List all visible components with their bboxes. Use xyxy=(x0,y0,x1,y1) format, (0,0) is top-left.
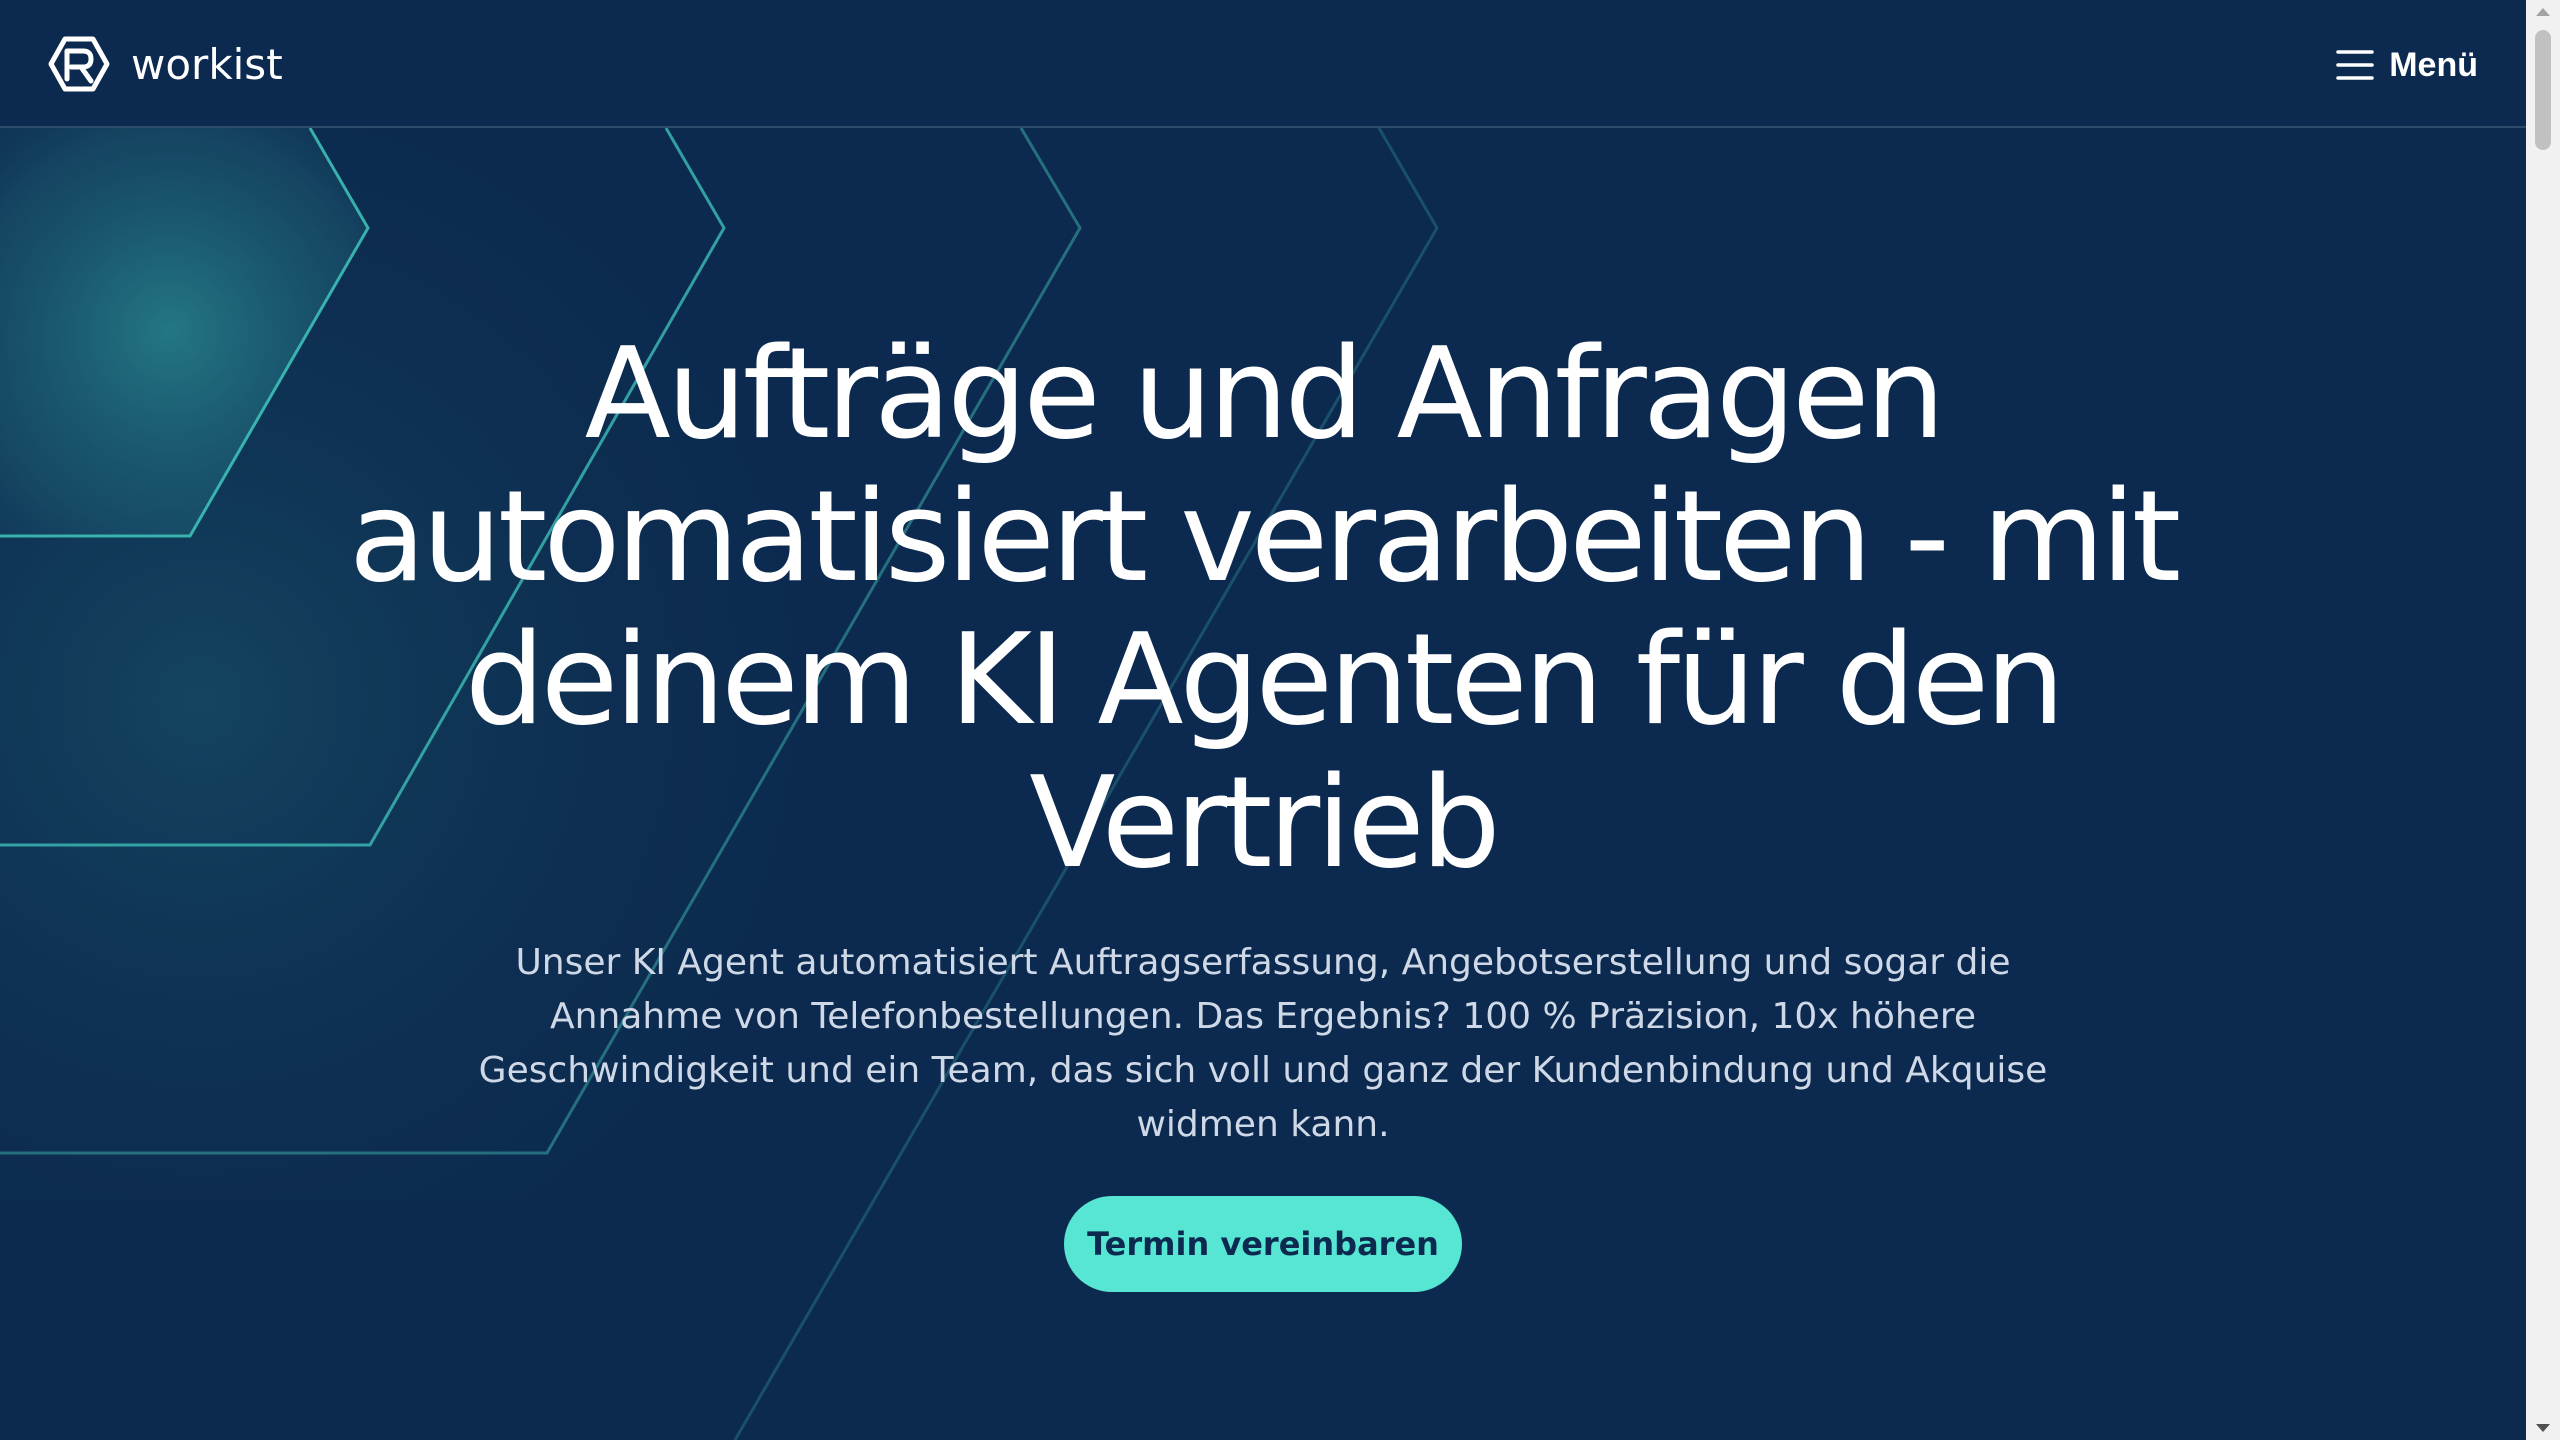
hero-headline: Aufträge und Anfragen automatisiert vera… xyxy=(348,320,2181,896)
schedule-appointment-button[interactable]: Termin vereinbaren xyxy=(1064,1196,1462,1292)
scrollbar-thumb[interactable] xyxy=(2535,30,2551,150)
hamburger-menu-icon xyxy=(2336,50,2374,80)
site-header: workist Menü xyxy=(0,0,2526,128)
menu-button[interactable]: Menü xyxy=(2335,40,2478,90)
menu-label: Menü xyxy=(2389,45,2478,84)
vertical-scrollbar[interactable] xyxy=(2526,0,2560,1440)
scroll-down-arrow-icon[interactable] xyxy=(2536,1424,2550,1432)
hero-subheadline: Unser KI Agent automatisiert Auftragserf… xyxy=(478,942,2048,1145)
page: workist Menü Aufträge und Anfragen autom… xyxy=(0,0,2526,1440)
scroll-up-arrow-icon[interactable] xyxy=(2536,8,2550,16)
hero-section: Aufträge und Anfragen automatisiert vera… xyxy=(0,0,2526,1440)
workist-logo-link[interactable]: workist xyxy=(47,33,283,95)
brand-name: workist xyxy=(131,39,283,89)
workist-logo-icon xyxy=(48,36,110,92)
